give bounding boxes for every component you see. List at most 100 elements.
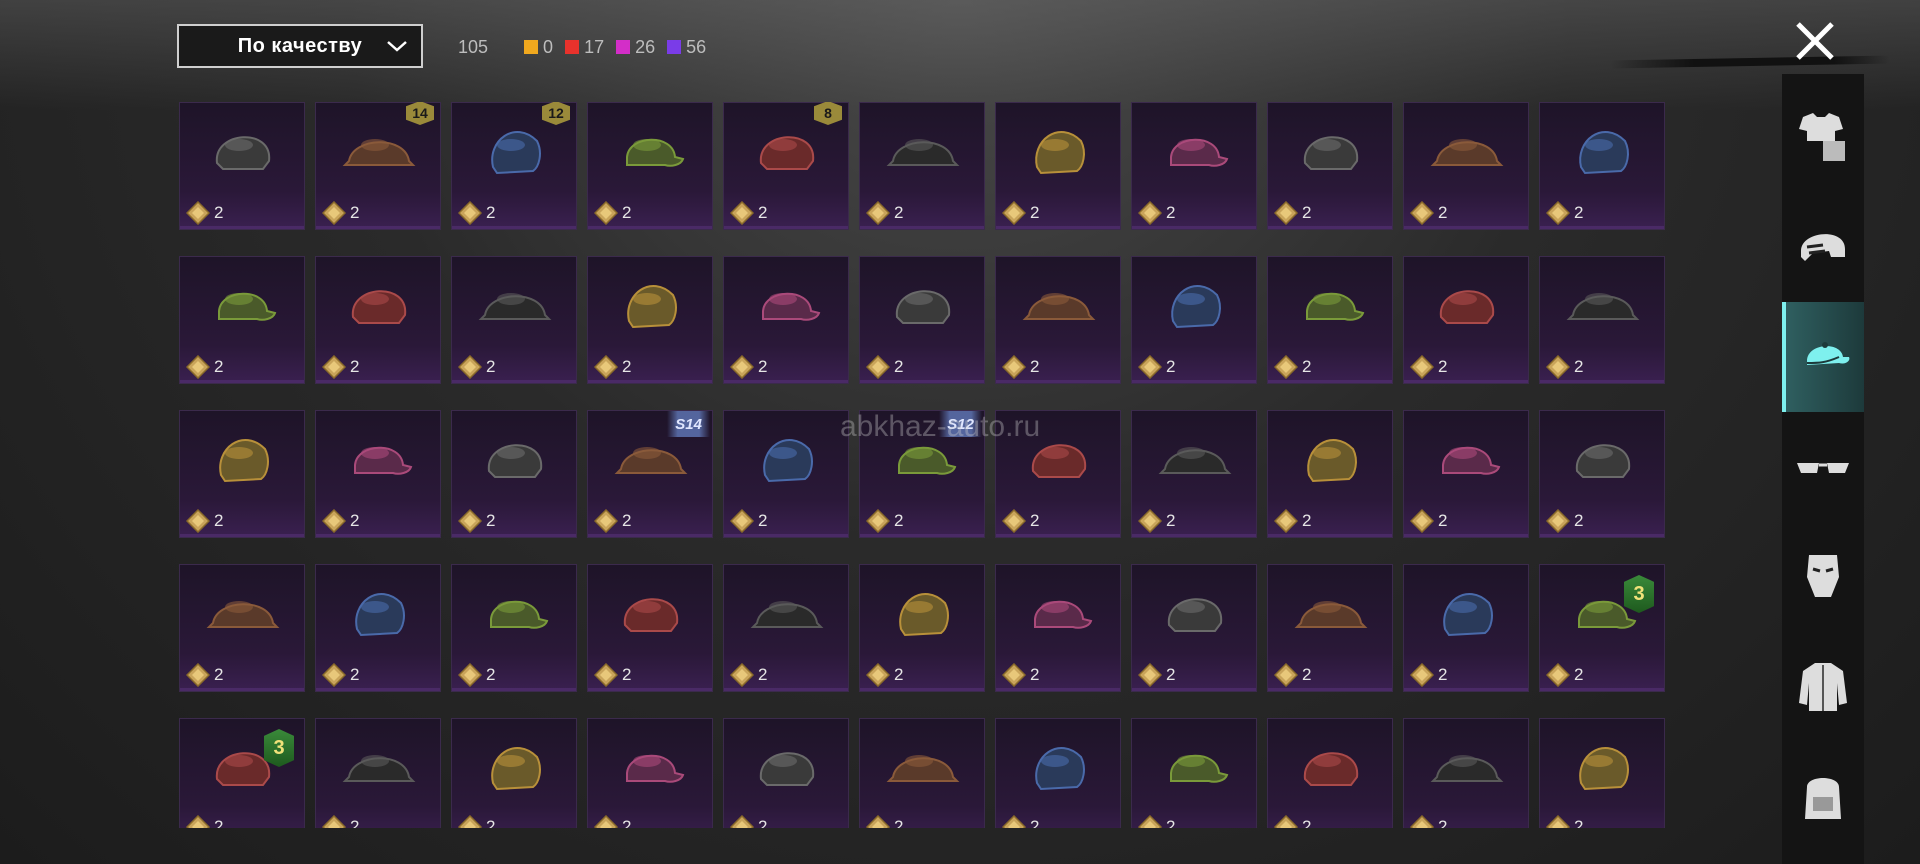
item-card[interactable]: 2 bbox=[179, 256, 305, 384]
item-price: 2 bbox=[1410, 815, 1447, 828]
item-card[interactable]: 2 bbox=[859, 102, 985, 230]
cat-headphones-icon bbox=[355, 593, 405, 637]
item-card[interactable]: 2 bbox=[995, 256, 1121, 384]
sort-dropdown[interactable]: По качеству bbox=[177, 24, 423, 68]
sidebar-item-glasses[interactable] bbox=[1782, 412, 1864, 522]
item-card[interactable]: 2 bbox=[1131, 410, 1257, 538]
item-card[interactable]: 2 bbox=[179, 410, 305, 538]
sidebar-item-backpack[interactable] bbox=[1782, 742, 1864, 852]
item-card[interactable]: 2 bbox=[723, 410, 849, 538]
quality-swatch bbox=[565, 40, 580, 54]
item-card[interactable]: 2 bbox=[1403, 256, 1529, 384]
item-card[interactable]: 2 bbox=[723, 256, 849, 384]
item-card[interactable]: 2 bbox=[587, 718, 713, 828]
item-card[interactable]: 2 14 bbox=[315, 102, 441, 230]
item-card[interactable]: 2 bbox=[451, 564, 577, 692]
sidebar-item-outfit[interactable] bbox=[1782, 82, 1864, 192]
sidebar-item-jacket[interactable] bbox=[1782, 632, 1864, 742]
item-card[interactable]: 23 bbox=[179, 718, 305, 828]
item-card[interactable]: 2 bbox=[1539, 718, 1665, 828]
item-card[interactable]: 2 bbox=[1131, 256, 1257, 384]
item-card[interactable]: 2 bbox=[587, 102, 713, 230]
item-card[interactable]: 2 bbox=[1131, 564, 1257, 692]
item-card[interactable]: 2 bbox=[315, 256, 441, 384]
item-price: 2 bbox=[186, 201, 223, 225]
item-card[interactable]: 2 bbox=[1131, 718, 1257, 828]
item-price: 2 bbox=[866, 663, 903, 687]
item-card[interactable]: 2 bbox=[995, 564, 1121, 692]
item-card[interactable]: 2 bbox=[1403, 718, 1529, 828]
coin-icon bbox=[1546, 355, 1570, 379]
item-card[interactable]: 2 bbox=[587, 564, 713, 692]
knit-beanie-icon bbox=[206, 601, 280, 628]
item-card[interactable]: 2 S14 bbox=[587, 410, 713, 538]
coin-icon bbox=[1546, 815, 1570, 828]
item-card[interactable]: 28 bbox=[723, 102, 849, 230]
item-card[interactable]: 2 bbox=[179, 102, 305, 230]
item-card[interactable]: 2 bbox=[1403, 564, 1529, 692]
item-card[interactable]: 2 bbox=[995, 102, 1121, 230]
item-card[interactable]: 2 bbox=[1131, 102, 1257, 230]
item-price-value: 2 bbox=[894, 665, 904, 684]
item-price-value: 2 bbox=[214, 511, 224, 530]
sidebar-item-mask[interactable] bbox=[1782, 522, 1864, 632]
item-price-value: 2 bbox=[486, 511, 496, 530]
aviator-cap-icon bbox=[1442, 446, 1501, 475]
item-card[interactable]: 2 S12 bbox=[859, 410, 985, 538]
item-price: 2 bbox=[1546, 201, 1583, 225]
coin-icon bbox=[866, 815, 890, 828]
item-card[interactable]: 2 bbox=[859, 564, 985, 692]
item-card[interactable]: 2 bbox=[723, 718, 849, 828]
item-card[interactable]: 2 bbox=[859, 256, 985, 384]
item-card[interactable]: 2 bbox=[1403, 102, 1529, 230]
scarf-cap-icon bbox=[1566, 293, 1640, 320]
item-card[interactable]: 23 bbox=[1539, 564, 1665, 692]
camo-bucket-hat-icon bbox=[1430, 755, 1504, 782]
item-card[interactable]: 2 12 bbox=[451, 102, 577, 230]
shark-hat-icon bbox=[1034, 600, 1093, 629]
white-turban-icon bbox=[354, 446, 413, 475]
upgrade-level-badge: 3 bbox=[1624, 575, 1654, 613]
item-price: 2 bbox=[594, 509, 631, 533]
sidebar-item-helmet[interactable] bbox=[1782, 192, 1864, 302]
item-card[interactable]: 2 bbox=[995, 410, 1121, 538]
item-card[interactable]: 2 bbox=[1539, 102, 1665, 230]
item-price-value: 2 bbox=[214, 203, 224, 222]
item-card[interactable]: 2 bbox=[1267, 102, 1393, 230]
item-card[interactable]: 2 bbox=[995, 718, 1121, 828]
item-card[interactable]: 2 bbox=[451, 410, 577, 538]
item-card[interactable]: 2 bbox=[1267, 718, 1393, 828]
item-price-value: 2 bbox=[758, 817, 768, 828]
item-card[interactable]: 2 bbox=[1267, 410, 1393, 538]
item-card[interactable]: 2 bbox=[315, 564, 441, 692]
item-price: 2 bbox=[1138, 663, 1175, 687]
item-price-value: 2 bbox=[1030, 357, 1040, 376]
item-card[interactable]: 2 bbox=[859, 718, 985, 828]
item-card[interactable]: 2 bbox=[1267, 256, 1393, 384]
item-price-value: 2 bbox=[1302, 511, 1312, 530]
item-card[interactable]: 2 bbox=[587, 256, 713, 384]
item-card[interactable]: 2 bbox=[451, 256, 577, 384]
item-card[interactable]: 2 bbox=[1403, 410, 1529, 538]
item-card[interactable]: 2 bbox=[1539, 410, 1665, 538]
coin-icon bbox=[458, 201, 482, 225]
item-card[interactable]: 2 bbox=[451, 718, 577, 828]
item-card[interactable]: 2 bbox=[315, 718, 441, 828]
close-button[interactable] bbox=[1792, 18, 1838, 64]
item-card[interactable]: 2 bbox=[1539, 256, 1665, 384]
cake-hat-icon bbox=[342, 755, 416, 782]
sidebar-item-cap[interactable] bbox=[1782, 302, 1864, 412]
item-price-value: 2 bbox=[1574, 511, 1584, 530]
item-price-value: 2 bbox=[894, 511, 904, 530]
quality-count-value: 56 bbox=[686, 36, 707, 57]
item-card[interactable]: 2 bbox=[315, 410, 441, 538]
item-card[interactable]: 2 bbox=[1267, 564, 1393, 692]
item-price: 2 bbox=[458, 355, 495, 379]
item-price-value: 2 bbox=[486, 817, 496, 828]
item-card[interactable]: 2 bbox=[179, 564, 305, 692]
item-card[interactable]: 2 bbox=[723, 564, 849, 692]
blue-batting-helmet-icon bbox=[895, 290, 951, 324]
coin-icon bbox=[1410, 201, 1434, 225]
item-price-value: 2 bbox=[1302, 817, 1312, 828]
item-price-value: 2 bbox=[1574, 203, 1584, 222]
